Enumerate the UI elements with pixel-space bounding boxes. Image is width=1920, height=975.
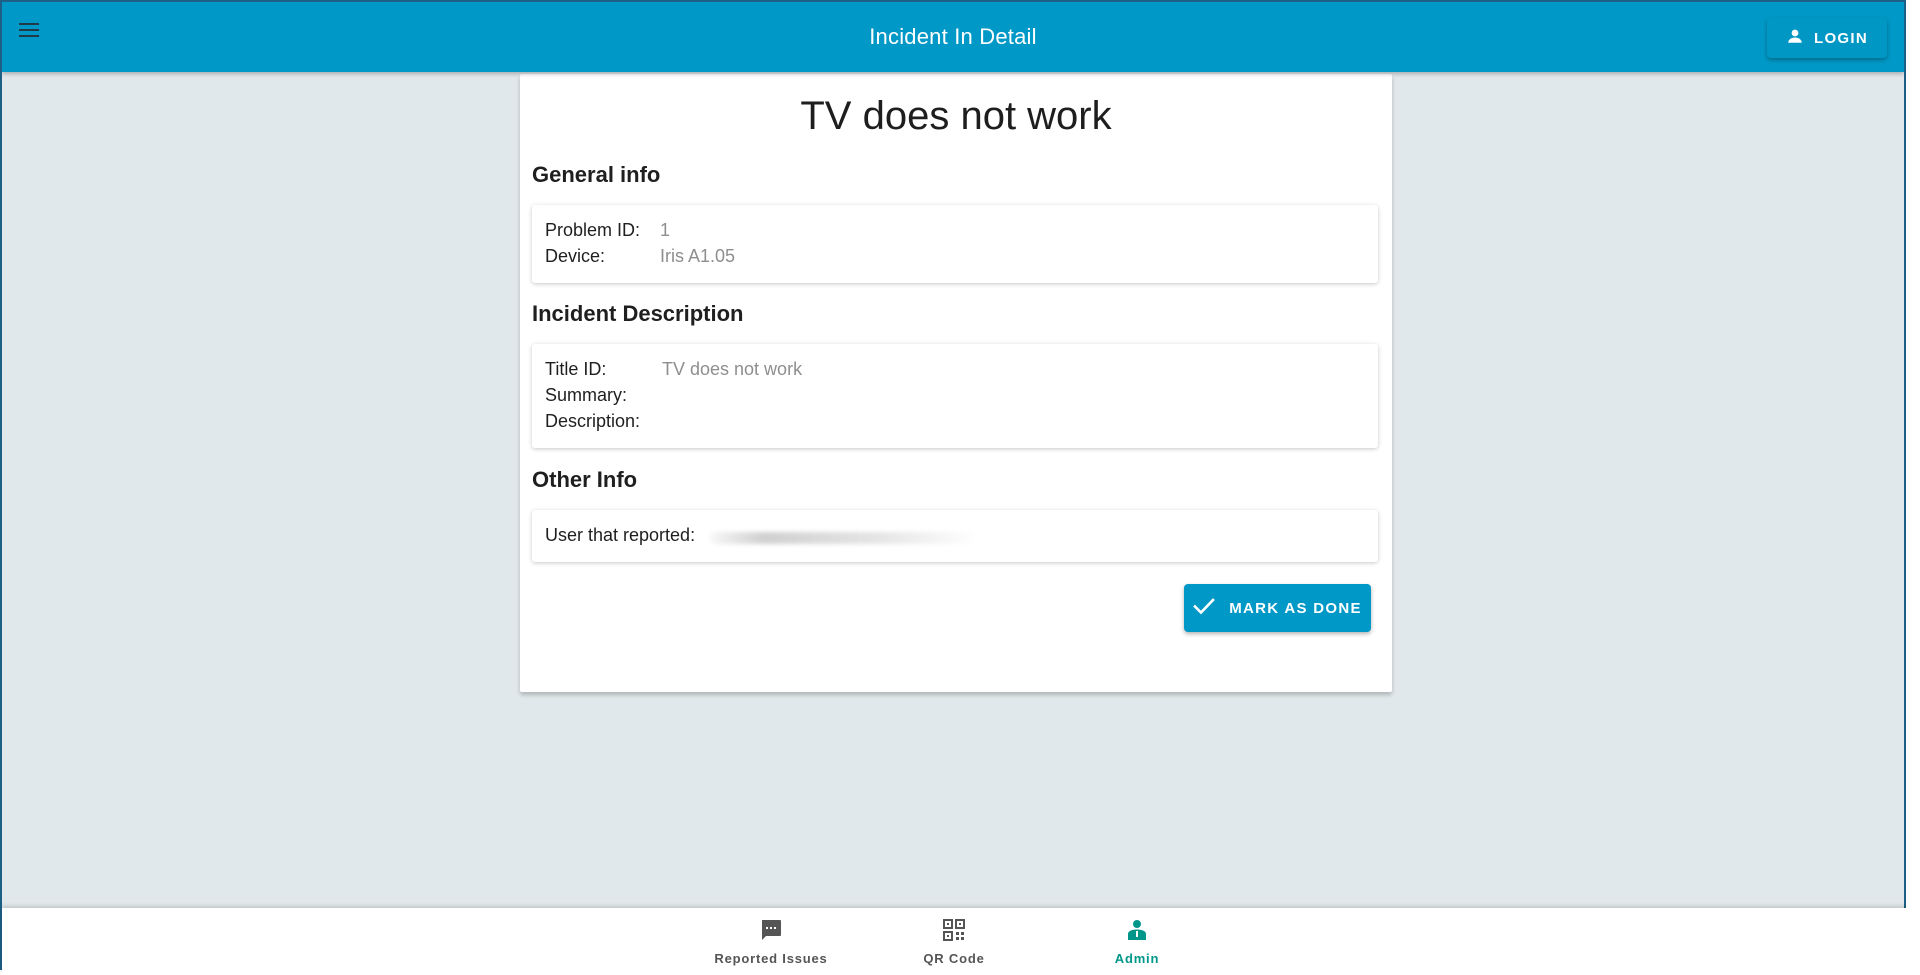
qr-code-icon: [942, 918, 966, 947]
summary-label: Summary:: [545, 385, 628, 405]
nav-label-reported-issues: Reported Issues: [714, 951, 828, 966]
mark-as-done-label: MARK AS DONE: [1229, 599, 1362, 617]
check-icon: [1193, 597, 1216, 619]
general-info-heading: General info: [532, 162, 661, 187]
incident-detail-card: TV does not work General info Problem ID…: [520, 74, 1392, 692]
reported-by-label: User that reported:: [545, 525, 696, 545]
redacted-user-value: [710, 532, 978, 544]
device-value: Iris A1.05: [660, 246, 736, 266]
nav-label-qr-code: QR Code: [923, 951, 985, 966]
mark-as-done-button[interactable]: MARK AS DONE: [1184, 584, 1371, 632]
incident-description-heading: Incident Description: [532, 301, 744, 326]
admin-icon: [1125, 918, 1149, 947]
general-info-card: Problem ID: 1 Device: Iris A1.05: [532, 205, 1378, 283]
scrollbar-gutter: [1906, 0, 1920, 975]
app-frame: Incident In Detail LOGIN TV does not wor…: [0, 0, 1906, 970]
page-title: Incident In Detail: [869, 24, 1037, 49]
nav-item-qr-code[interactable]: QR Code: [874, 918, 1034, 966]
login-label: LOGIN: [1814, 29, 1868, 47]
other-info-card: User that reported:: [532, 510, 1378, 562]
nav-item-admin[interactable]: Admin: [1057, 918, 1217, 966]
incident-title: TV does not work: [800, 94, 1112, 138]
nav-label-admin: Admin: [1114, 951, 1160, 966]
nav-item-reported-issues[interactable]: Reported Issues: [691, 918, 851, 966]
device-label: Device:: [545, 246, 606, 266]
problem-id-value: 1: [660, 220, 671, 240]
problem-id-label: Problem ID:: [545, 220, 641, 240]
incident-description-card: Title ID: TV does not work Summary: Desc…: [532, 344, 1378, 448]
title-id-value: TV does not work: [662, 359, 803, 379]
app-bar: Incident In Detail LOGIN: [2, 2, 1904, 72]
chat-icon: [759, 918, 783, 947]
person-icon: [1786, 27, 1804, 49]
title-id-label: Title ID:: [545, 359, 607, 379]
description-label: Description:: [545, 411, 641, 431]
other-info-heading: Other Info: [532, 467, 638, 492]
bottom-navigation: Reported Issues QR Code Admin: [2, 908, 1906, 975]
login-button[interactable]: LOGIN: [1767, 18, 1887, 58]
